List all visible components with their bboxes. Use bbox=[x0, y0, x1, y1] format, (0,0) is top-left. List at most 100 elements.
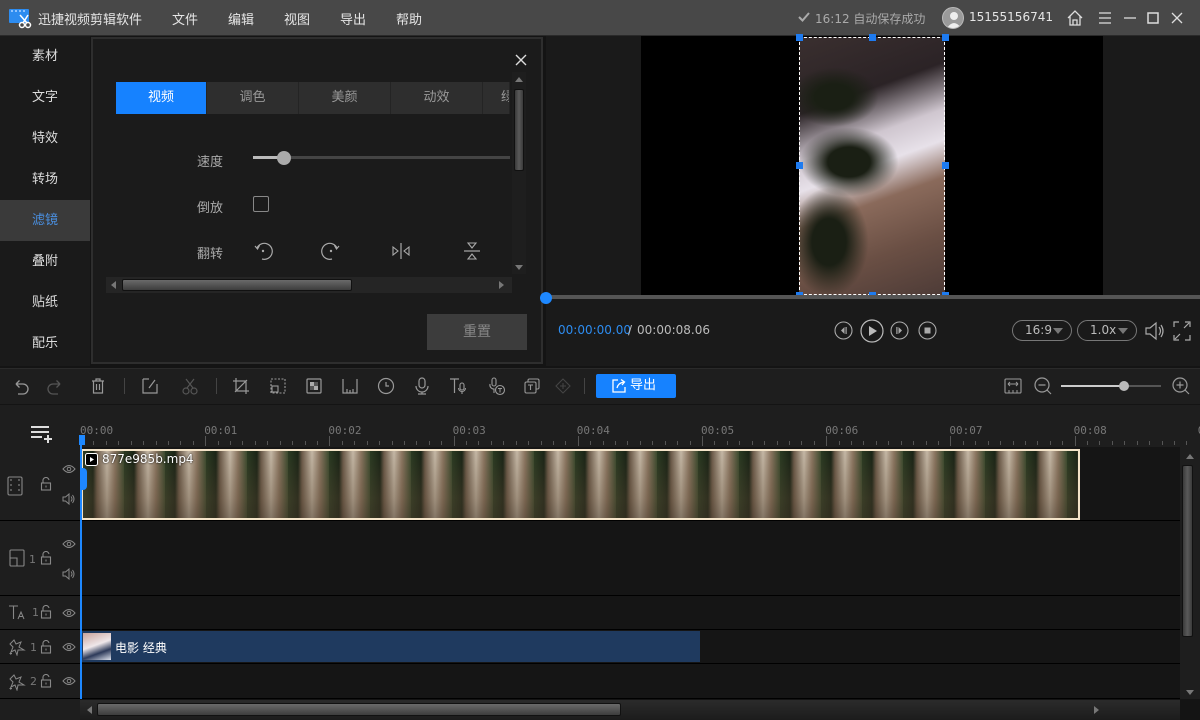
mosaic-region-icon[interactable] bbox=[268, 376, 288, 396]
resize-handle-left[interactable] bbox=[796, 162, 803, 169]
zoom-in-icon[interactable] bbox=[1171, 376, 1191, 396]
play-icon[interactable] bbox=[860, 319, 884, 343]
stop-icon[interactable] bbox=[918, 321, 937, 340]
text-to-speech-icon[interactable] bbox=[448, 376, 468, 396]
close-icon[interactable] bbox=[1167, 8, 1187, 28]
undo-icon[interactable] bbox=[11, 376, 31, 396]
nav-item-effects[interactable]: 特效 bbox=[0, 118, 90, 159]
microphone-icon[interactable] bbox=[412, 376, 432, 396]
resize-handle-tr[interactable] bbox=[942, 34, 949, 41]
nav-item-overlay[interactable]: 叠附 bbox=[0, 241, 90, 282]
resize-handle-right[interactable] bbox=[942, 162, 949, 169]
nav-item-filters[interactable]: 滤镜 bbox=[0, 200, 90, 241]
timeline-vertical-scroll-thumb[interactable] bbox=[1182, 465, 1193, 637]
duration-icon[interactable] bbox=[376, 376, 396, 396]
eye-icon[interactable] bbox=[62, 464, 76, 474]
nav-item-music[interactable]: 配乐 bbox=[0, 323, 90, 364]
lock-icon[interactable] bbox=[40, 605, 52, 619]
tab-motion[interactable]: 动效 bbox=[391, 82, 483, 114]
add-track-icon[interactable] bbox=[29, 424, 55, 444]
lock-icon[interactable] bbox=[40, 674, 52, 688]
mosaic-icon[interactable] bbox=[304, 376, 324, 396]
reset-button[interactable]: 重置 bbox=[427, 314, 527, 350]
menu-edit[interactable]: 编辑 bbox=[228, 9, 254, 28]
flip-vertical-icon[interactable] bbox=[461, 240, 483, 262]
video-preview-frame[interactable] bbox=[799, 37, 945, 295]
eye-icon[interactable] bbox=[62, 642, 76, 652]
fit-timeline-icon[interactable] bbox=[1003, 376, 1023, 396]
scroll-left-arrow[interactable] bbox=[111, 281, 116, 289]
speed-slider-track[interactable] bbox=[253, 156, 510, 159]
subtitle-icon[interactable] bbox=[522, 376, 542, 396]
aspect-ratio-dropdown[interactable]: 16:9 bbox=[1012, 320, 1072, 341]
reverse-checkbox[interactable] bbox=[253, 196, 269, 212]
speaker-icon[interactable] bbox=[62, 493, 76, 505]
audio-levels-icon[interactable] bbox=[340, 376, 360, 396]
tab-beauty[interactable]: 美颜 bbox=[299, 82, 391, 114]
nav-item-material[interactable]: 素材 bbox=[0, 36, 90, 77]
scroll-up-arrow[interactable] bbox=[515, 77, 523, 82]
playback-speed-dropdown[interactable]: 1.0x bbox=[1077, 320, 1137, 341]
filter-clip[interactable] bbox=[81, 631, 700, 662]
user-account[interactable]: 15155156741 bbox=[969, 10, 1053, 24]
lock-icon[interactable] bbox=[40, 551, 52, 565]
menu-file[interactable]: 文件 bbox=[172, 9, 198, 28]
panel-vertical-scroll-thumb[interactable] bbox=[514, 89, 524, 171]
redo-icon[interactable] bbox=[45, 376, 65, 396]
scroll-down-arrow[interactable] bbox=[515, 265, 523, 270]
scroll-right-arrow[interactable] bbox=[499, 281, 504, 289]
playback-progress-bar[interactable] bbox=[546, 295, 1200, 299]
eye-icon[interactable] bbox=[62, 676, 76, 686]
timeline-zoom-thumb[interactable] bbox=[1119, 381, 1129, 391]
panel-horizontal-scroll-thumb[interactable] bbox=[122, 279, 352, 291]
prev-frame-icon[interactable] bbox=[834, 321, 853, 340]
nav-item-stickers[interactable]: 贴纸 bbox=[0, 282, 90, 323]
home-icon[interactable] bbox=[1065, 8, 1085, 28]
speaker-icon[interactable] bbox=[62, 568, 76, 580]
resize-handle-top[interactable] bbox=[869, 34, 876, 41]
eye-icon[interactable] bbox=[62, 608, 76, 618]
scroll-right-arrow[interactable] bbox=[1094, 706, 1099, 714]
next-frame-icon[interactable] bbox=[890, 321, 909, 340]
zoom-out-icon[interactable] bbox=[1033, 376, 1053, 396]
edit-icon[interactable] bbox=[140, 376, 160, 396]
lock-icon[interactable] bbox=[40, 640, 52, 654]
resize-handle-tl[interactable] bbox=[796, 34, 803, 41]
speech-to-text-icon[interactable] bbox=[487, 376, 507, 396]
scroll-left-arrow[interactable] bbox=[87, 706, 92, 714]
menu-help[interactable]: 帮助 bbox=[396, 9, 422, 28]
fullscreen-icon[interactable] bbox=[1172, 320, 1192, 342]
menu-view[interactable]: 视图 bbox=[284, 9, 310, 28]
lock-icon[interactable] bbox=[40, 477, 52, 491]
export-button[interactable]: 导出 bbox=[596, 374, 676, 398]
playback-progress-thumb[interactable] bbox=[540, 292, 552, 304]
timeline-horizontal-scroll-thumb[interactable] bbox=[97, 703, 621, 716]
video-clip[interactable] bbox=[81, 449, 1080, 520]
tab-color[interactable]: 调色 bbox=[207, 82, 299, 114]
ruler-minor-tick bbox=[304, 441, 306, 445]
tab-video[interactable]: 视频 bbox=[116, 82, 207, 114]
crop-icon[interactable] bbox=[231, 376, 251, 396]
playhead-handle[interactable] bbox=[79, 435, 85, 445]
minimize-icon[interactable] bbox=[1120, 8, 1140, 28]
eye-icon[interactable] bbox=[62, 539, 76, 549]
nav-item-text[interactable]: 文字 bbox=[0, 77, 90, 118]
speed-slider-thumb[interactable] bbox=[276, 151, 291, 165]
menu-icon[interactable] bbox=[1095, 8, 1115, 28]
maximize-icon[interactable] bbox=[1143, 8, 1163, 28]
delete-icon[interactable] bbox=[88, 376, 108, 396]
panel-close-icon[interactable] bbox=[514, 53, 528, 67]
rotate-right-icon[interactable] bbox=[320, 240, 342, 262]
scroll-up-arrow[interactable] bbox=[1186, 454, 1194, 459]
volume-icon[interactable] bbox=[1143, 320, 1167, 342]
add-keyframe-icon[interactable] bbox=[553, 376, 573, 396]
split-icon[interactable] bbox=[180, 376, 200, 396]
tab-green-screen[interactable]: 绿 bbox=[483, 82, 510, 114]
avatar[interactable] bbox=[942, 7, 964, 29]
scroll-down-arrow[interactable] bbox=[1186, 690, 1194, 695]
flip-horizontal-icon[interactable] bbox=[390, 240, 412, 262]
clip-trim-handle[interactable] bbox=[80, 468, 87, 490]
nav-item-transitions[interactable]: 转场 bbox=[0, 159, 90, 200]
rotate-left-icon[interactable] bbox=[252, 240, 274, 262]
menu-export[interactable]: 导出 bbox=[340, 9, 366, 28]
